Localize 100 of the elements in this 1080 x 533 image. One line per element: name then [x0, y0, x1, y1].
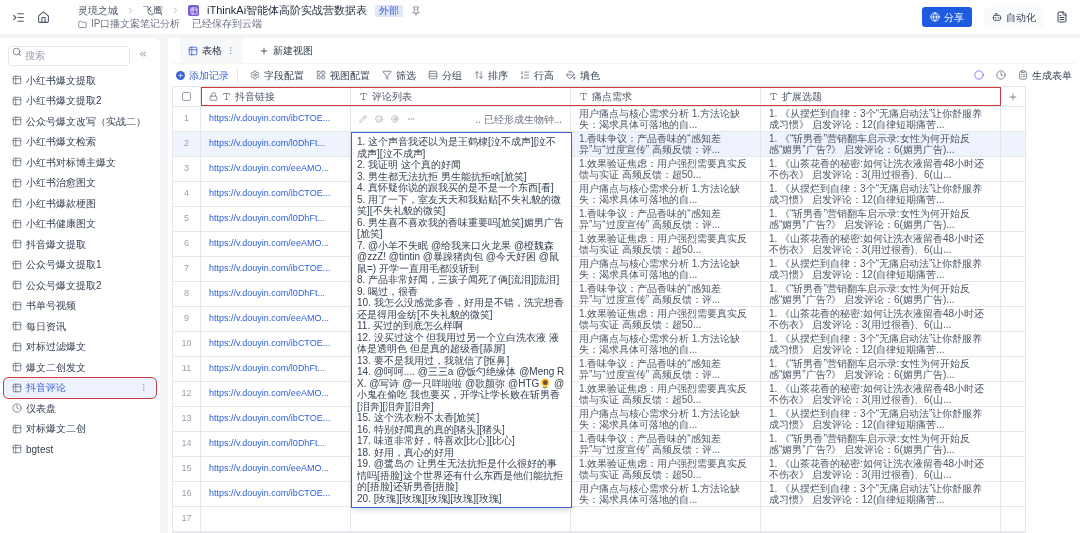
- link-cell[interactable]: https://v.douyin.com/l0DhFt...: [209, 362, 325, 376]
- sidebar-item[interactable]: bgtest: [4, 439, 156, 460]
- table-cell-text: 用户痛点与核心需求分析 1.方法论缺失：渴求具体可落地的自...: [579, 483, 742, 505]
- sidebar-item[interactable]: 公众号爆文提取1: [4, 254, 156, 275]
- comment-line: 11. 买过的到底怎么样啊: [357, 320, 463, 332]
- row-number: 15: [181, 462, 192, 476]
- toolbar-button[interactable]: 排序: [474, 67, 508, 83]
- folder-icon: [78, 19, 87, 29]
- link-cell[interactable]: https://v.douyin.com/eeAMO...: [209, 312, 329, 326]
- table-cell-text: 1.香味争议：产品香味的“感知差异”与“过度宣传” 高频反馈：评...: [579, 208, 722, 230]
- clock-icon: [12, 403, 22, 414]
- breadcrumb-link[interactable]: 灵境之城: [78, 4, 118, 17]
- column-header[interactable]: 抖音链接: [201, 87, 351, 106]
- link-cell[interactable]: https://v.douyin.com/eeAMO...: [209, 387, 329, 401]
- table-icon: [12, 198, 22, 209]
- link-cell[interactable]: https://v.douyin.com/eeAMO...: [209, 237, 329, 251]
- sidebar-item[interactable]: 公众号爆文提取2: [4, 275, 156, 296]
- column-header[interactable]: 评论列表: [351, 87, 571, 106]
- history-icon[interactable]: [996, 70, 1006, 80]
- collapse-icon[interactable]: [138, 49, 148, 59]
- new-view-button[interactable]: 新建视图: [259, 43, 313, 58]
- link-cell[interactable]: https://v.douyin.com/ibCTOE...: [209, 412, 331, 426]
- more-icon[interactable]: [226, 46, 235, 55]
- more-icon[interactable]: [407, 115, 415, 123]
- add-column-icon[interactable]: [1008, 91, 1018, 102]
- row-number: 12: [181, 387, 192, 401]
- link-cell[interactable]: https://v.douyin.com/ibCTOE...: [209, 187, 331, 201]
- sidebar-toggle-icon[interactable]: [12, 10, 25, 24]
- sidebar-item[interactable]: 小红书对标博主爆文: [4, 152, 156, 173]
- column-header[interactable]: 扩展选题: [761, 87, 1001, 106]
- document-icon[interactable]: [1056, 11, 1068, 23]
- add-record-button[interactable]: 添加记录: [176, 67, 238, 83]
- share-button[interactable]: 分享: [922, 7, 972, 27]
- link-cell[interactable]: https://v.douyin.com/ibCTOE...: [209, 262, 331, 276]
- table-icon: [12, 280, 22, 291]
- more-icon[interactable]: [139, 383, 148, 393]
- table-row[interactable]: 1 https://v.douyin.com/ibCTOE... .. 已经形成生物钟... 用户痛点与核心需求分析 1.方法论缺失：渴求具体可落地的自... 1. 《从摆烂到自律：3个“无痛启动法”让你舒服养成习惯》 启发评论：12(自律短期痛苦...: [173, 107, 1025, 132]
- comment-line: 20. [玫瑰][玫瑰][玫瑰][玫瑰][玫瑰]: [357, 492, 503, 504]
- pencil-icon[interactable]: [359, 115, 367, 123]
- row-number: 6: [184, 237, 189, 251]
- toolbar-button[interactable]: 字段配置: [250, 67, 304, 83]
- sidebar-item[interactable]: 小红书健康图文: [4, 213, 156, 234]
- table-cell-text: 1. 《从摆烂到自律：3个“无痛启动法”让你舒服养成习惯》 启发评论：12(自律短期痛苦...: [769, 183, 984, 205]
- expanded-cell-popup[interactable]: [351, 132, 572, 508]
- link-cell[interactable]: https://v.douyin.com/eeAMO...: [209, 162, 329, 176]
- sidebar-item[interactable]: 爆文二创发文: [4, 357, 156, 378]
- sidebar-item[interactable]: 公众号爆文改写（实战二）: [4, 111, 156, 132]
- column-header[interactable]: 痛点需求: [571, 87, 761, 106]
- table-cell-text: 1. 《山茶花香的秘密:如何让洗衣液留香48小时还不伤衣》 启发评论：3(用过很香)、6(山...: [769, 233, 986, 255]
- comment-line: 1. 这个声音我还以为是王鹤棣[泣不成声][泣不成声][泣不成声]: [357, 136, 558, 159]
- sidebar-item[interactable]: 小红书爆文提取2: [4, 90, 156, 111]
- toolbar-button[interactable]: 视图配置: [316, 67, 370, 83]
- sidebar-item[interactable]: 仪表盘: [4, 398, 156, 419]
- breadcrumb-link[interactable]: 飞鹰: [143, 4, 163, 17]
- select-all-checkbox[interactable]: [182, 92, 191, 101]
- sidebar-item[interactable]: 抖音评论: [4, 377, 156, 398]
- row-number: 17: [181, 512, 192, 526]
- toolbar-button[interactable]: 分组: [428, 67, 462, 83]
- search-field[interactable]: 搜索: [8, 45, 130, 66]
- sidebar-item[interactable]: 小红书爆文检索: [4, 131, 156, 152]
- plus-icon: [259, 45, 269, 56]
- row-number: 5: [184, 212, 189, 226]
- sidebar-item[interactable]: 小红书治愈图文: [4, 172, 156, 193]
- automation-button[interactable]: 自动化: [984, 7, 1044, 27]
- list-icon: [520, 70, 530, 80]
- sidebar-item[interactable]: 书单号视频: [4, 295, 156, 316]
- text-type-icon: [579, 92, 588, 101]
- table-cell-text: 1. 《山茶花香的秘密:如何让洗衣液留香48小时还不伤衣》 启发评论：3(用过很香)、6(山...: [769, 383, 986, 405]
- sidebar-item[interactable]: 小红书爆文提取: [4, 70, 156, 91]
- link-cell[interactable]: https://v.douyin.com/l0DhFt...: [209, 137, 325, 151]
- toolbar-button[interactable]: 筛选: [382, 67, 416, 83]
- ring-icon[interactable]: [974, 70, 984, 80]
- link-cell[interactable]: https://v.douyin.com/eeAMO...: [209, 462, 329, 476]
- table-cell-text: 用户痛点与核心需求分析 1.方法论缺失：渴求具体可落地的自...: [579, 183, 742, 205]
- table-icon: [12, 382, 22, 393]
- link-cell[interactable]: https://v.douyin.com/ibCTOE...: [209, 337, 331, 351]
- table-cell-text: 1. 《“斩男香”营销翻车启示录:女性为何开始反感“媚男”广告?》 启发评论：6(媚男广告)...: [769, 283, 971, 305]
- sidebar-item[interactable]: 小红书爆款梗图: [4, 193, 156, 214]
- comment-line: 12. 没买过这个 但我用过另一个立白洗衣液 液体是透明色 但是真的超级香[舔屏]: [357, 331, 561, 355]
- table-cell-text: 1.效果验证焦虑：用户强烈需要真实反馈与实证 高频反馈：超50...: [579, 233, 749, 255]
- text-type-icon: [769, 92, 778, 101]
- sidebar-item[interactable]: 每日资讯: [4, 316, 156, 337]
- mention-icon[interactable]: [391, 115, 399, 123]
- link-cell[interactable]: https://v.douyin.com/l0DhFt...: [209, 437, 325, 451]
- home-icon[interactable]: [37, 10, 50, 24]
- link-cell[interactable]: https://v.douyin.com/ibCTOE...: [209, 487, 331, 501]
- generate-form-button[interactable]: 生成表单: [1018, 67, 1072, 83]
- table-icon: [188, 45, 198, 56]
- sidebar-item[interactable]: 抖音爆文提取: [4, 234, 156, 255]
- emoji-icon[interactable]: [375, 115, 383, 123]
- folder-name[interactable]: IP口播文案笔记分析: [91, 18, 181, 30]
- view-tab[interactable]: 表格: [180, 38, 243, 63]
- toolbar-button[interactable]: 行高: [520, 67, 554, 83]
- sidebar-item[interactable]: 对标过滤爆文: [4, 336, 156, 357]
- link-cell[interactable]: https://v.douyin.com/ibCTOE...: [209, 112, 331, 126]
- toolbar-button[interactable]: 填色: [566, 67, 600, 83]
- link-cell[interactable]: https://v.douyin.com/l0DhFt...: [209, 287, 325, 301]
- link-cell[interactable]: https://v.douyin.com/l0DhFt...: [209, 212, 325, 226]
- sidebar-item[interactable]: 对标爆文二创: [4, 418, 156, 439]
- pin-icon[interactable]: [411, 5, 422, 16]
